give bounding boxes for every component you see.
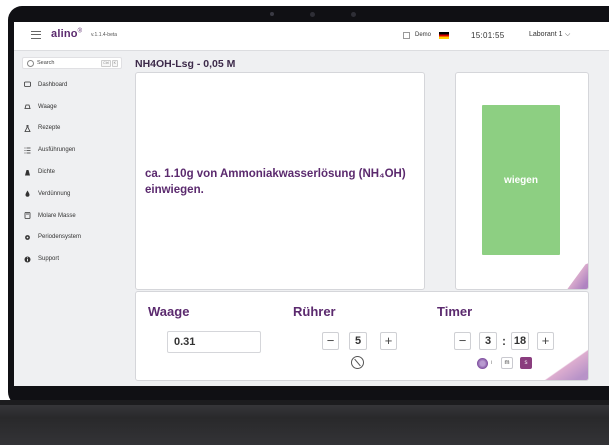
user-menu[interactable]: Laborant 1 xyxy=(529,31,562,38)
app-screen: alino® v.1.1.4-beta Demo 15:01:55 Labora… xyxy=(14,22,609,386)
calculator-icon xyxy=(24,212,31,220)
scale-icon xyxy=(24,103,31,110)
decorative-accent xyxy=(558,259,588,289)
chevron-down-icon[interactable]: ⌵ xyxy=(565,31,570,39)
menu-icon[interactable] xyxy=(31,31,41,39)
timer-title: Timer xyxy=(437,304,473,319)
weigh-button-label: wiegen xyxy=(504,174,538,186)
demo-checkbox[interactable] xyxy=(403,32,410,39)
search-input[interactable]: Search Ctrl K xyxy=(22,57,122,69)
keyboard-base xyxy=(0,400,609,445)
scale-reading: 0.31 xyxy=(167,331,261,353)
controls-panel: Waage 0.31 Rührer − 5 + Timer − 3 : 18 +… xyxy=(135,291,589,381)
timer-unit-seconds-button[interactable]: s xyxy=(520,357,532,369)
decorative-accent xyxy=(542,344,588,380)
timer-icon[interactable] xyxy=(477,358,488,369)
sidebar-nav: Dashboard Waage Rezepte Ausführungen Dic… xyxy=(24,74,81,270)
brand-logo: alino® xyxy=(51,28,83,40)
clock: 15:01:55 xyxy=(471,31,505,40)
dashboard-icon xyxy=(24,81,31,88)
stirrer-plus-button[interactable]: + xyxy=(380,332,397,350)
weigh-panel: wiegen xyxy=(455,72,589,290)
stirrer-minus-button[interactable]: − xyxy=(322,332,339,350)
density-icon xyxy=(24,169,31,176)
timer-separator: : xyxy=(502,334,506,348)
sidebar-item-support[interactable]: Support xyxy=(24,248,81,270)
sidebar-item-dichte[interactable]: Dichte xyxy=(24,161,81,183)
timer-seconds[interactable]: 18 xyxy=(511,332,529,350)
version-label: v.1.1.4-beta xyxy=(91,32,118,38)
page-title: NH4OH-Lsg - 0,05 M xyxy=(135,58,236,70)
sidebar: Search Ctrl K Dashboard Waage Rezepte Aus… xyxy=(14,51,126,386)
list-icon xyxy=(24,147,31,154)
stirrer-icon[interactable] xyxy=(351,356,364,369)
camera-dots xyxy=(270,12,356,17)
weigh-button[interactable]: wiegen xyxy=(482,105,560,255)
sidebar-item-waage[interactable]: Waage xyxy=(24,96,81,118)
flask-icon xyxy=(24,125,31,132)
info-icon xyxy=(24,256,31,263)
timer-unit-minutes-button[interactable]: m xyxy=(501,357,513,369)
sidebar-item-dashboard[interactable]: Dashboard xyxy=(24,74,81,96)
gear-icon xyxy=(24,234,31,241)
sidebar-item-periodensystem[interactable]: Periodensystem xyxy=(24,227,81,249)
drop-icon xyxy=(24,190,31,198)
instruction-panel: ca. 1.10g von Ammoniakwasserlösung (NH₄O… xyxy=(135,72,425,290)
search-icon xyxy=(27,60,34,67)
timer-minus-button[interactable]: − xyxy=(454,332,471,350)
sidebar-item-rezepte[interactable]: Rezepte xyxy=(24,118,81,140)
top-bar: alino® v.1.1.4-beta Demo 15:01:55 Labora… xyxy=(14,22,609,51)
timer-unit-indicator: i xyxy=(491,360,493,366)
scale-title: Waage xyxy=(148,304,190,319)
german-flag-icon[interactable] xyxy=(439,32,449,39)
search-shortcut: Ctrl K xyxy=(101,60,118,67)
stirrer-title: Rührer xyxy=(293,304,336,319)
search-label: Search xyxy=(37,60,55,66)
demo-label: Demo xyxy=(415,32,432,38)
sidebar-item-ausfuehrungen[interactable]: Ausführungen xyxy=(24,139,81,161)
stirrer-value: 5 xyxy=(349,332,367,350)
sidebar-item-verduennung[interactable]: Verdünnung xyxy=(24,183,81,205)
instruction-text: ca. 1.10g von Ammoniakwasserlösung (NH₄O… xyxy=(145,168,406,196)
timer-minutes[interactable]: 3 xyxy=(479,332,497,350)
sidebar-item-molare-masse[interactable]: Molare Masse xyxy=(24,205,81,227)
